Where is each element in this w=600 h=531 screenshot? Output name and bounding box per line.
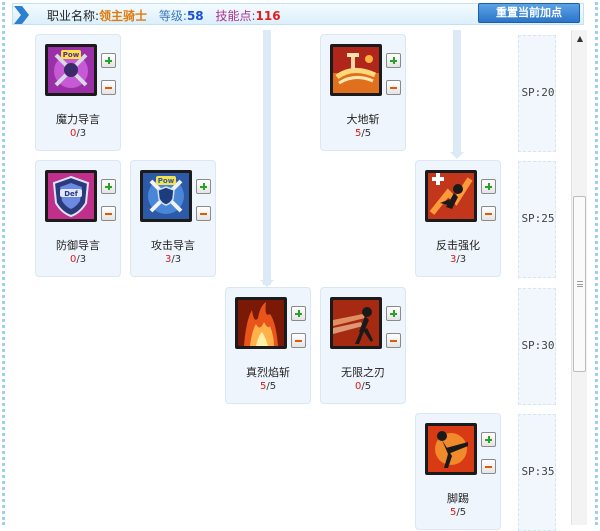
remove-point-button[interactable]: [481, 206, 496, 221]
svg-text:Def: Def: [64, 190, 79, 198]
skill-card: Pow 攻击导言 3/3: [130, 160, 216, 277]
reset-points-button[interactable]: 重置当前加点: [478, 3, 580, 23]
add-point-button[interactable]: [196, 179, 211, 194]
skill-card: 脚踢 5/5: [415, 413, 501, 530]
add-point-button[interactable]: [386, 306, 401, 321]
sp-tier-25: SP:25: [518, 161, 556, 278]
sp-tier-20: SP:20: [518, 35, 556, 152]
skill-level: 3/3: [449, 254, 467, 265]
skill-card: Pow 魔力导言 0/3: [35, 34, 121, 151]
skill-level: 3/3: [164, 254, 182, 265]
level-label: 等级:: [158, 9, 187, 23]
pow-swords-icon[interactable]: Pow: [45, 44, 97, 96]
svg-text:Pow: Pow: [63, 51, 80, 59]
job-label: 职业名称:: [47, 9, 100, 23]
skill-name: 无限之刃: [341, 366, 385, 379]
skill-card: 反击强化 3/3: [415, 160, 501, 277]
skill-name: 大地斩: [346, 113, 380, 126]
skill-name: 防御导言: [56, 239, 100, 252]
skill-level: 0/5: [354, 381, 372, 392]
scroll-up-icon[interactable]: ▲: [575, 34, 585, 44]
connector-line: [263, 30, 271, 285]
skill-points-value: 116: [255, 9, 281, 23]
flame-slash-icon[interactable]: [235, 297, 287, 349]
add-point-button[interactable]: [481, 179, 496, 194]
remove-point-button[interactable]: [481, 459, 496, 474]
scrollbar-thumb[interactable]: [573, 196, 586, 372]
skill-name: 攻击导言: [151, 239, 195, 252]
sp-tier-30: SP:30: [518, 288, 556, 405]
kick-icon[interactable]: [425, 423, 477, 475]
remove-point-button[interactable]: [196, 206, 211, 221]
skill-name: 真烈焰斩: [246, 366, 290, 379]
remove-point-button[interactable]: [101, 80, 116, 95]
earth-slash-icon[interactable]: [330, 44, 382, 96]
add-point-button[interactable]: [386, 53, 401, 68]
add-point-button[interactable]: [481, 432, 496, 447]
skill-name: 魔力导言: [56, 113, 100, 126]
skill-level: 5/5: [259, 381, 277, 392]
remove-point-button[interactable]: [386, 80, 401, 95]
skill-card: 真烈焰斩 5/5: [225, 287, 311, 404]
remove-point-button[interactable]: [291, 333, 306, 348]
pow-shield-icon[interactable]: Pow: [140, 170, 192, 222]
connector-arrow: [450, 152, 464, 159]
skill-level: 0/3: [69, 128, 87, 139]
grip-icon: [577, 281, 583, 287]
job-name: 领主骑士: [99, 9, 148, 23]
skill-name: 脚踢: [447, 492, 469, 505]
add-point-button[interactable]: [101, 53, 116, 68]
skill-points-label: 技能点:: [215, 9, 256, 23]
counter-strike-icon[interactable]: [425, 170, 477, 222]
def-shield-icon[interactable]: Def: [45, 170, 97, 222]
skill-card: 大地斩 5/5: [320, 34, 406, 151]
chevron-right-icon: [14, 6, 29, 24]
skill-level: 5/5: [354, 128, 372, 139]
svg-text:Pow: Pow: [158, 177, 175, 185]
add-point-button[interactable]: [291, 306, 306, 321]
add-point-button[interactable]: [101, 179, 116, 194]
remove-point-button[interactable]: [101, 206, 116, 221]
remove-point-button[interactable]: [386, 333, 401, 348]
level-value: 58: [186, 9, 204, 23]
skill-level: 0/3: [69, 254, 87, 265]
connector-arrow: [260, 280, 274, 287]
infinite-blade-icon[interactable]: [330, 297, 382, 349]
skill-card: 无限之刃 0/5: [320, 287, 406, 404]
job-info: 职业名称:领主骑士 等级:58 技能点:116: [47, 7, 281, 24]
vertical-scrollbar[interactable]: ▲: [571, 30, 587, 525]
skill-level: 5/5: [449, 507, 467, 518]
connector-line: [453, 30, 461, 155]
skill-card: Def 防御导言 0/3: [35, 160, 121, 277]
sp-tier-35: SP:35: [518, 414, 556, 531]
skill-name: 反击强化: [436, 239, 480, 252]
